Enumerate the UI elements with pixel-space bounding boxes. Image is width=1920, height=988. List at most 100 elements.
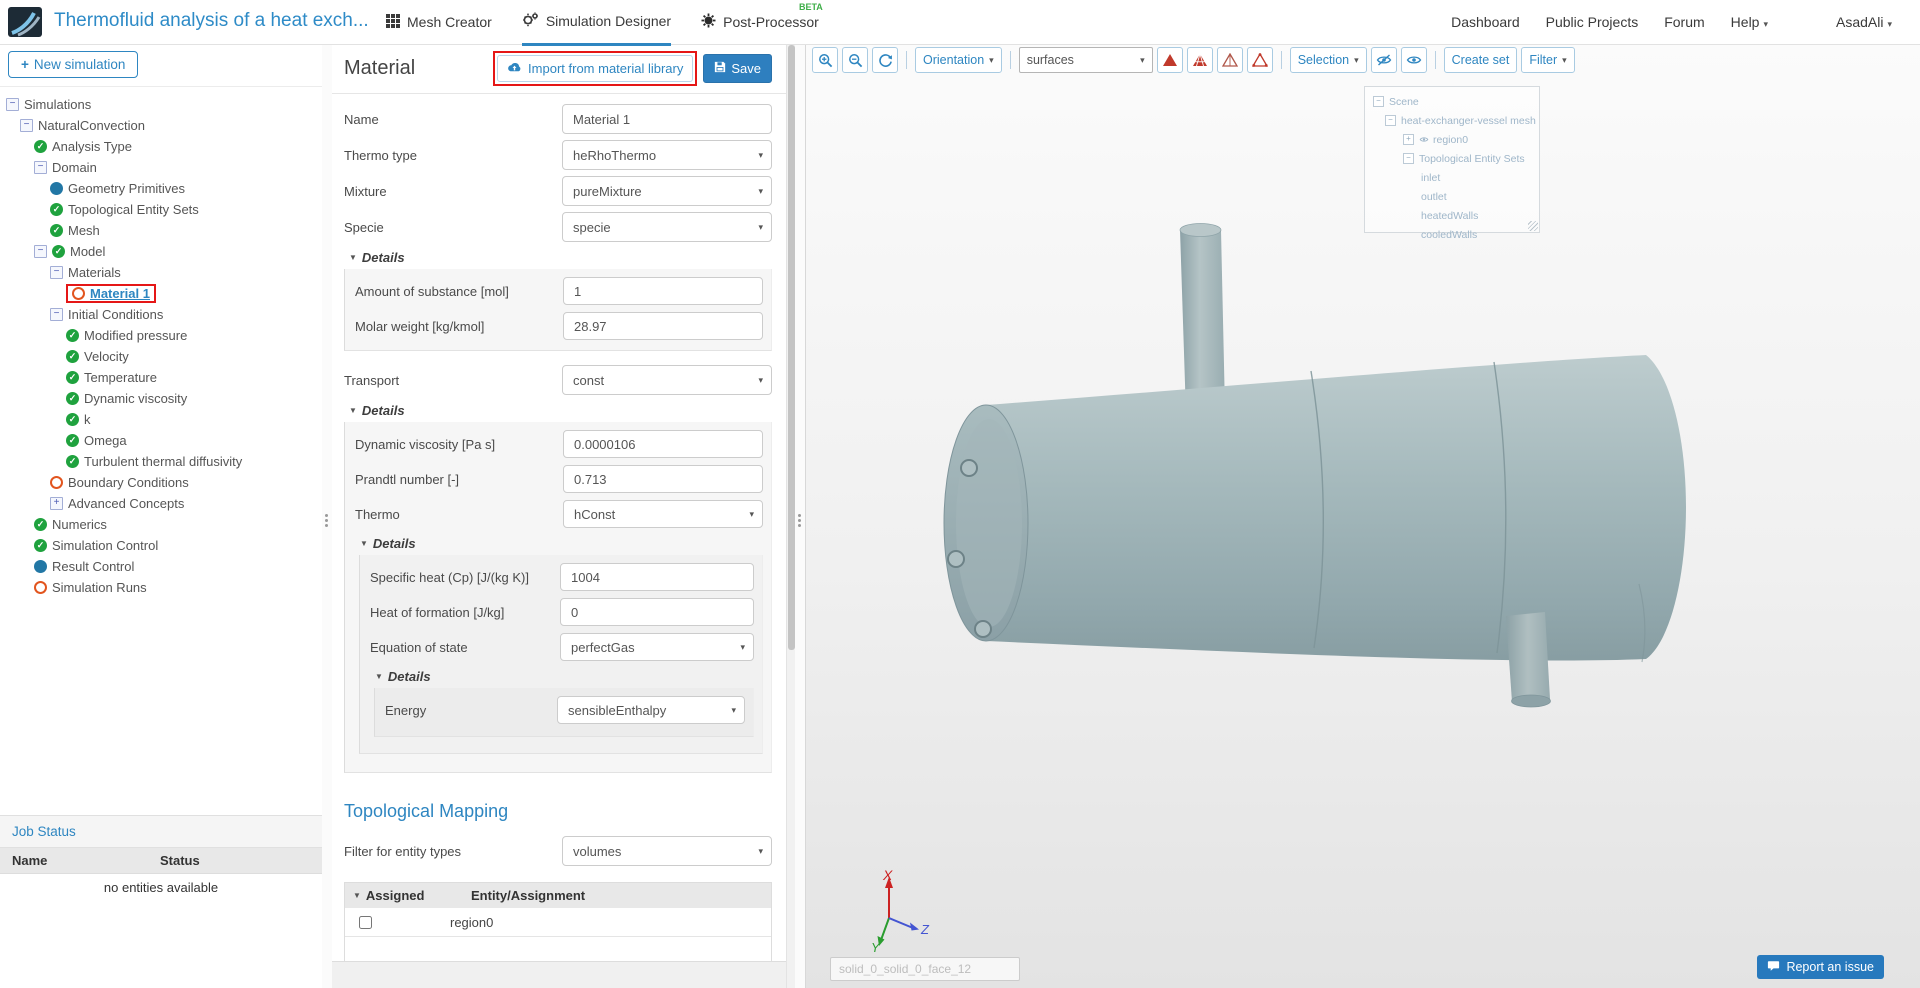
tree-item-temperature[interactable]: ✓ Temperature (0, 367, 322, 388)
mesh-solid-button[interactable] (1156, 47, 1183, 73)
expand-icon[interactable]: + (1403, 134, 1414, 145)
scrollbar-thumb[interactable] (788, 45, 795, 650)
zoom-in-button[interactable] (812, 47, 838, 73)
details-toggle[interactable]: ▼ Details (360, 536, 763, 551)
viewer-3d: Orientation ▾ surfaces ▾ Selection ▾ Cre… (805, 44, 1920, 988)
collapse-icon[interactable]: − (34, 245, 47, 258)
collapse-icon[interactable]: − (1373, 96, 1384, 107)
tree-item-modified-pressure[interactable]: ✓ Modified pressure (0, 325, 322, 346)
amount-of-substance-input[interactable] (563, 277, 763, 305)
collapse-icon[interactable]: − (6, 98, 19, 111)
tree-item-omega[interactable]: ✓ Omega (0, 430, 322, 451)
assigned-checkbox[interactable] (359, 915, 372, 929)
details-toggle[interactable]: ▼ Details (349, 250, 772, 265)
tree-item-geometry-primitives[interactable]: Geometry Primitives (0, 178, 322, 199)
mesh-shaded-button[interactable] (1186, 47, 1213, 73)
orientation-button[interactable]: Orientation ▾ (915, 47, 1002, 73)
tab-post-processor[interactable]: BETA Post-Processor (701, 0, 823, 44)
triangle-down-icon[interactable]: ▼ (353, 891, 361, 900)
specie-select[interactable]: specie ▾ (562, 212, 772, 242)
tree-item-mesh[interactable]: ✓ Mesh (0, 220, 322, 241)
thermo-details-panel: Specific heat (Cp) [J/(kg K)] Heat of fo… (359, 555, 763, 754)
scene-item-cooledwalls[interactable]: cooledWalls (1365, 225, 1539, 244)
collapse-icon[interactable]: − (50, 308, 63, 321)
panel-splitter-right[interactable] (795, 44, 805, 988)
tree-item-simulation-runs[interactable]: Simulation Runs (0, 577, 322, 598)
mesh-outline-button[interactable] (1246, 47, 1273, 73)
collapse-icon[interactable]: − (50, 266, 63, 279)
tree-item-k[interactable]: ✓ k (0, 409, 322, 430)
heat-of-formation-input[interactable] (560, 598, 754, 626)
scene-item-inlet[interactable]: inlet (1365, 168, 1539, 187)
tree-item-material-1[interactable]: Material 1 (0, 283, 322, 304)
collapse-icon[interactable]: − (34, 161, 47, 174)
nav-dashboard[interactable]: Dashboard (1451, 14, 1520, 30)
tree-item-domain[interactable]: − Domain (0, 157, 322, 178)
tree-item-initial-conditions[interactable]: − Initial Conditions (0, 304, 322, 325)
tree-item-velocity[interactable]: ✓ Velocity (0, 346, 322, 367)
collapse-icon[interactable]: − (1385, 115, 1396, 126)
tree-item-analysis-type[interactable]: ✓ Analysis Type (0, 136, 322, 157)
mixture-select[interactable]: pureMixture ▾ (562, 176, 772, 206)
resize-handle-icon[interactable] (1528, 221, 1538, 231)
equation-of-state-select[interactable]: perfectGas ▾ (560, 633, 754, 661)
scene-item-topological-entity-sets[interactable]: − Topological Entity Sets (1365, 149, 1539, 168)
render-mode-select[interactable]: surfaces ▾ (1018, 47, 1153, 73)
tree-item-model[interactable]: − ✓ Model (0, 241, 322, 262)
molar-weight-input[interactable] (563, 312, 763, 340)
user-menu[interactable]: AsadAli ▾ (1836, 14, 1892, 30)
name-input[interactable] (562, 104, 772, 134)
show-selection-button[interactable] (1400, 47, 1427, 73)
details-toggle[interactable]: ▼ Details (375, 669, 754, 684)
collapse-icon[interactable]: − (1403, 153, 1414, 164)
zoom-out-button[interactable] (842, 47, 868, 73)
tree-item-naturalconvection[interactable]: − NaturalConvection (0, 115, 322, 136)
collapse-icon[interactable]: − (20, 119, 33, 132)
tree-item-turbulent-thermal-diffusivity[interactable]: ✓ Turbulent thermal diffusivity (0, 451, 322, 472)
tree-item-boundary-conditions[interactable]: Boundary Conditions (0, 472, 322, 493)
hide-selection-button[interactable] (1370, 47, 1397, 73)
scene-item-heatedwalls[interactable]: heatedWalls (1365, 206, 1539, 225)
scene-item-region0[interactable]: + region0 (1365, 130, 1539, 149)
tree-item-numerics[interactable]: ✓ Numerics (0, 514, 322, 535)
scene-item-scene[interactable]: − Scene (1365, 92, 1539, 111)
scene-item-mesh[interactable]: − heat-exchanger-vessel mesh (1365, 111, 1539, 130)
tree-item-simulation-control[interactable]: ✓ Simulation Control (0, 535, 322, 556)
project-title[interactable]: Thermofluid analysis of a heat exch... (54, 10, 369, 32)
specific-heat-input[interactable] (560, 563, 754, 591)
energy-select[interactable]: sensibleEnthalpy ▾ (557, 696, 745, 724)
tree-item-result-control[interactable]: Result Control (0, 556, 322, 577)
thermo-type-select[interactable]: heRhoThermo ▾ (562, 140, 772, 170)
tree-item-simulations[interactable]: − Simulations (0, 94, 322, 115)
details-toggle[interactable]: ▼ Details (349, 403, 772, 418)
prandtl-number-input[interactable] (563, 465, 763, 493)
visibility-icon[interactable] (1419, 134, 1429, 146)
tree-item-topological-entity-sets[interactable]: ✓ Topological Entity Sets (0, 199, 322, 220)
refresh-view-button[interactable] (872, 47, 898, 73)
import-material-library-button[interactable]: Import from material library (497, 55, 694, 82)
dynamic-viscosity-input[interactable] (563, 430, 763, 458)
heat-exchanger-model[interactable] (806, 44, 1920, 988)
tree-item-materials[interactable]: − Materials (0, 262, 322, 283)
expand-icon[interactable]: + (50, 497, 63, 510)
table-row-region0[interactable]: region0 (345, 908, 771, 937)
selection-button[interactable]: Selection ▾ (1289, 47, 1367, 73)
create-set-button[interactable]: Create set (1443, 47, 1518, 73)
report-issue-button[interactable]: Report an issue (1757, 955, 1884, 979)
mesh-wire-button[interactable] (1216, 47, 1243, 73)
nav-public-projects[interactable]: Public Projects (1546, 14, 1639, 30)
new-simulation-button[interactable]: + New simulation (8, 51, 139, 78)
tab-simulation-designer[interactable]: Simulation Designer (521, 0, 672, 46)
tree-item-advanced-concepts[interactable]: + Advanced Concepts (0, 493, 322, 514)
save-button[interactable]: Save (703, 54, 772, 83)
entity-filter-select[interactable]: volumes ▾ (562, 836, 772, 866)
nav-help[interactable]: Help ▾ (1731, 14, 1768, 30)
scene-item-outlet[interactable]: outlet (1365, 187, 1539, 206)
simscale-logo-icon[interactable] (8, 7, 42, 37)
tab-mesh-creator[interactable]: Mesh Creator (386, 0, 492, 44)
transport-select[interactable]: const ▾ (562, 365, 772, 395)
nav-forum[interactable]: Forum (1664, 14, 1704, 30)
filter-button[interactable]: Filter ▾ (1521, 47, 1575, 73)
tree-item-dynamic-viscosity[interactable]: ✓ Dynamic viscosity (0, 388, 322, 409)
thermo-select[interactable]: hConst ▾ (563, 500, 763, 528)
